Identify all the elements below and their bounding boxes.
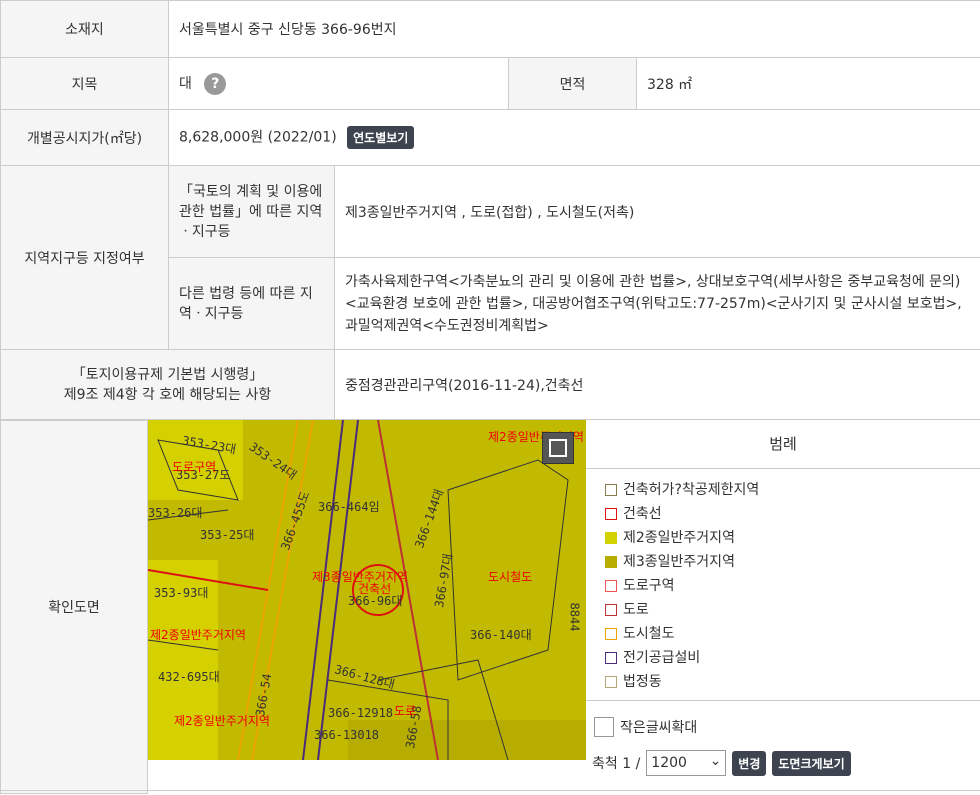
parcel-map[interactable]: 353-23대 353-27도 353-26대 353-25대 353-24대 … xyxy=(148,420,586,760)
map-label-432-695: 432-695대 xyxy=(158,668,220,685)
value-area: 328 ㎡ xyxy=(637,58,980,110)
small-text-label: 작은글씨확대 xyxy=(620,717,697,737)
yearly-view-button[interactable]: 연도별보기 xyxy=(347,126,414,149)
legend-item: 건축선 xyxy=(605,502,965,526)
land-info-table: 소재지 서울특별시 중구 신당동 366-96번지 지목 대 ? 면적 328 … xyxy=(0,0,980,420)
map-label-366-129: 366-12918 xyxy=(328,706,393,720)
map-expand-icon[interactable] xyxy=(542,432,574,464)
legend-label: 건축선 xyxy=(623,506,662,522)
label-map: 확인도면 xyxy=(0,420,148,794)
legend-swatch xyxy=(605,676,617,688)
legend-list: 건축허가?착공제한지역 건축선 제2종일반주거지역 제3종일반주거지역 도로구역… xyxy=(605,478,965,694)
legend-swatch xyxy=(605,508,617,520)
map-label-8844: 8844 xyxy=(567,603,581,632)
value-zone-other: 가축사육제한구역<가축분뇨의 관리 및 이용에 관한 법률>, 상대보호구역(세… xyxy=(335,258,980,350)
legend-item: 도로 xyxy=(605,598,965,622)
map-zone-label-4: 건축선 xyxy=(358,580,391,597)
map-zone-label-2: 도로구역 xyxy=(172,458,216,475)
scale-label: 축척 1 / xyxy=(592,753,640,773)
small-text-checkbox[interactable] xyxy=(594,717,614,737)
legend-swatch xyxy=(605,580,617,592)
map-label-353-25: 353-25대 xyxy=(200,526,254,543)
help-icon[interactable]: ? xyxy=(204,73,226,95)
legend-label: 도시철도 xyxy=(623,626,675,642)
map-label-366-140: 366-140대 xyxy=(470,626,532,643)
scale-change-button[interactable]: 변경 xyxy=(732,751,766,776)
map-zone-label-5: 도시철도 xyxy=(488,568,532,585)
label-regulation: 「토지이용규제 기본법 시행령」 제9조 제4항 각 호에 해당되는 사항 xyxy=(1,350,335,420)
map-zone-label-7: 도로 xyxy=(394,702,416,719)
map-tools: 작은글씨확대 축척 1 / 1200 변경 도면크게보기 xyxy=(586,700,980,795)
map-zone-label-6: 제2종일반주거지역 xyxy=(150,626,246,643)
label-zone: 지역지구등 지정여부 xyxy=(1,166,169,350)
legend-item: 전기공급설비 xyxy=(605,646,965,670)
regulation-label-line2: 제9조 제4항 각 호에 해당되는 사항 xyxy=(11,385,324,405)
map-zone-label-8: 제2종일반주거지역 xyxy=(174,712,270,729)
legend-label: 전기공급설비 xyxy=(623,650,700,666)
label-zone-national: 「국토의 계획 및 이용에 관한 법률」에 따른 지역ㆍ지구등 xyxy=(169,166,335,258)
legend-label: 법정동 xyxy=(623,674,662,690)
value-regulation: 중점경관관리구역(2016-11-24),건축선 xyxy=(335,350,980,420)
scale-control: 축척 1 / 1200 변경 도면크게보기 xyxy=(592,749,851,777)
label-land-category: 지목 xyxy=(1,58,169,110)
map-enlarge-button[interactable]: 도면크게보기 xyxy=(772,751,850,776)
legend-item: 건축허가?착공제한지역 xyxy=(605,478,965,502)
legend-swatch xyxy=(605,556,617,568)
legend-item: 도로구역 xyxy=(605,574,965,598)
price-text: 8,628,000원 (2022/01) xyxy=(179,130,337,146)
legend-swatch xyxy=(605,652,617,664)
legend-swatch xyxy=(605,484,617,496)
value-zone-national: 제3종일반주거지역 , 도로(접합) , 도시철도(저촉) xyxy=(335,166,980,258)
label-area: 면적 xyxy=(509,58,637,110)
legend-label: 제3종일반주거지역 xyxy=(623,554,735,570)
map-label-353-26: 353-26대 xyxy=(148,504,202,521)
bottom-divider xyxy=(0,790,980,791)
legend-item: 법정동 xyxy=(605,670,965,694)
regulation-label-line1: 「토지이용규제 기본법 시행령」 xyxy=(11,365,324,385)
label-zone-other: 다른 법령 등에 따른 지역ㆍ지구등 xyxy=(169,258,335,350)
legend-item: 제2종일반주거지역 xyxy=(605,526,965,550)
value-price: 8,628,000원 (2022/01) 연도별보기 xyxy=(169,110,980,166)
legend-swatch xyxy=(605,604,617,616)
map-label-366-130: 366-13018 xyxy=(314,728,379,742)
legend-label: 제2종일반주거지역 xyxy=(623,530,735,546)
map-label-366-464: 366-464임 xyxy=(318,498,380,515)
scale-select[interactable]: 1200 xyxy=(646,750,726,776)
legend-label: 도로 xyxy=(623,602,649,618)
legend-label: 건축허가?착공제한지역 xyxy=(623,482,759,498)
legend-swatch xyxy=(605,532,617,544)
map-zone-patch-3 xyxy=(348,720,586,760)
value-land-category: 대 ? xyxy=(169,58,509,110)
land-category-text: 대 xyxy=(179,76,192,92)
label-address: 소재지 xyxy=(1,1,169,58)
legend-item: 도시철도 xyxy=(605,622,965,646)
value-address: 서울특별시 중구 신당동 366-96번지 xyxy=(169,1,980,58)
label-price: 개별공시지가(㎡당) xyxy=(1,110,169,166)
legend-label: 도로구역 xyxy=(623,578,675,594)
legend-item: 제3종일반주거지역 xyxy=(605,550,965,574)
legend-title: 범례 xyxy=(586,420,980,469)
legend-swatch xyxy=(605,628,617,640)
map-label-353-93: 353-93대 xyxy=(154,584,208,601)
